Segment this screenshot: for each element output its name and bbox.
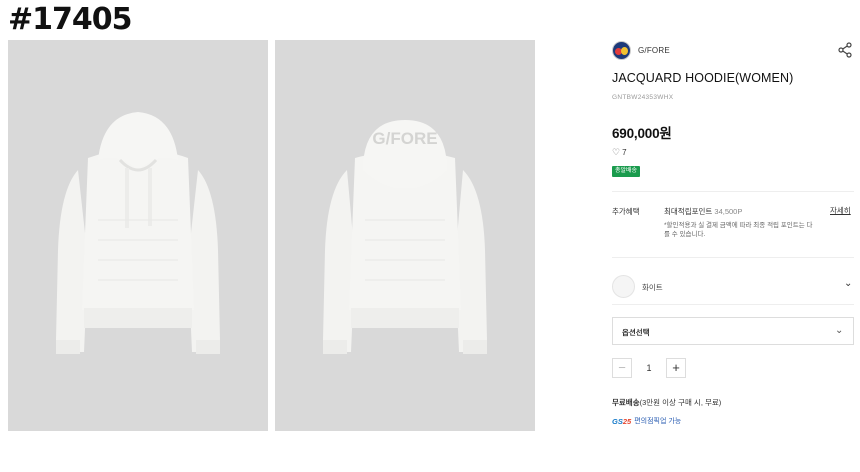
brand-row[interactable]: G/FORE bbox=[612, 40, 670, 60]
gs-logo-text: GS bbox=[612, 416, 623, 426]
benefit-value: 최대적립포인트 34,500P bbox=[664, 206, 742, 217]
product-price: 690,000원 bbox=[612, 126, 672, 141]
benefit-label: 추가혜택 bbox=[612, 207, 640, 216]
gs25-logo: GS25 bbox=[612, 417, 631, 426]
store-pickup-info: GS25 편의점픽업 가능 bbox=[612, 416, 681, 426]
benefit-note: *할인적용과 실 결제 금액에 따라 최종 적립 포인트는 다를 수 있습니다. bbox=[664, 222, 813, 238]
like-button[interactable]: ♡ 7 bbox=[612, 147, 627, 158]
shipping-detail: (3만원 이상 구매 시, 무료) bbox=[639, 398, 722, 407]
quantity-stepper: − 1 + bbox=[612, 358, 686, 378]
divider bbox=[612, 191, 854, 192]
color-swatch-white bbox=[612, 275, 635, 298]
gs-logo-num: 25 bbox=[622, 416, 632, 426]
share-icon[interactable] bbox=[837, 42, 853, 58]
product-title: JACQUARD HOODIE(WOMEN) bbox=[612, 71, 794, 85]
quantity-plus-button[interactable]: + bbox=[666, 358, 686, 378]
option-select[interactable]: 옵션선택 ⌄ bbox=[612, 317, 854, 345]
shipping-info: 무료배송(3만원 이상 구매 시, 무료) bbox=[612, 397, 721, 408]
product-image-back[interactable]: G/FORE bbox=[275, 40, 535, 431]
benefit-value-amount: 34,500P bbox=[714, 207, 743, 216]
divider bbox=[612, 257, 854, 258]
color-label: 화이트 bbox=[642, 283, 663, 292]
brand-name: G/FORE bbox=[638, 45, 670, 55]
brand-logo bbox=[612, 40, 631, 60]
benefit-detail-link[interactable]: 자세히 bbox=[830, 205, 851, 216]
hoodie-front-illustration bbox=[8, 40, 268, 431]
quantity-minus-button[interactable]: − bbox=[612, 358, 632, 378]
product-sku: GNTBW24353WHX bbox=[612, 94, 674, 101]
divider bbox=[612, 304, 854, 305]
chevron-down-icon: ⌄ bbox=[844, 278, 853, 289]
fast-delivery-badge: 총알배송 bbox=[612, 166, 641, 177]
like-count: 7 bbox=[622, 148, 627, 157]
shipping-label: 무료배송 bbox=[612, 398, 640, 407]
pickup-text: 편의점픽업 가능 bbox=[634, 418, 682, 425]
image-id-overlay: #17405 bbox=[8, 2, 133, 37]
option-select-label: 옵션선택 bbox=[622, 328, 650, 337]
benefit-value-prefix: 최대적립포인트 bbox=[664, 207, 713, 216]
product-image-front[interactable] bbox=[8, 40, 268, 431]
heart-icon: ♡ bbox=[612, 147, 621, 157]
svg-text:G/FORE: G/FORE bbox=[372, 129, 437, 148]
color-selector[interactable]: 화이트 ⌄ bbox=[612, 275, 854, 299]
quantity-value: 1 bbox=[646, 363, 652, 373]
chevron-down-icon: ⌄ bbox=[835, 325, 844, 336]
hoodie-back-illustration: G/FORE bbox=[275, 40, 535, 431]
